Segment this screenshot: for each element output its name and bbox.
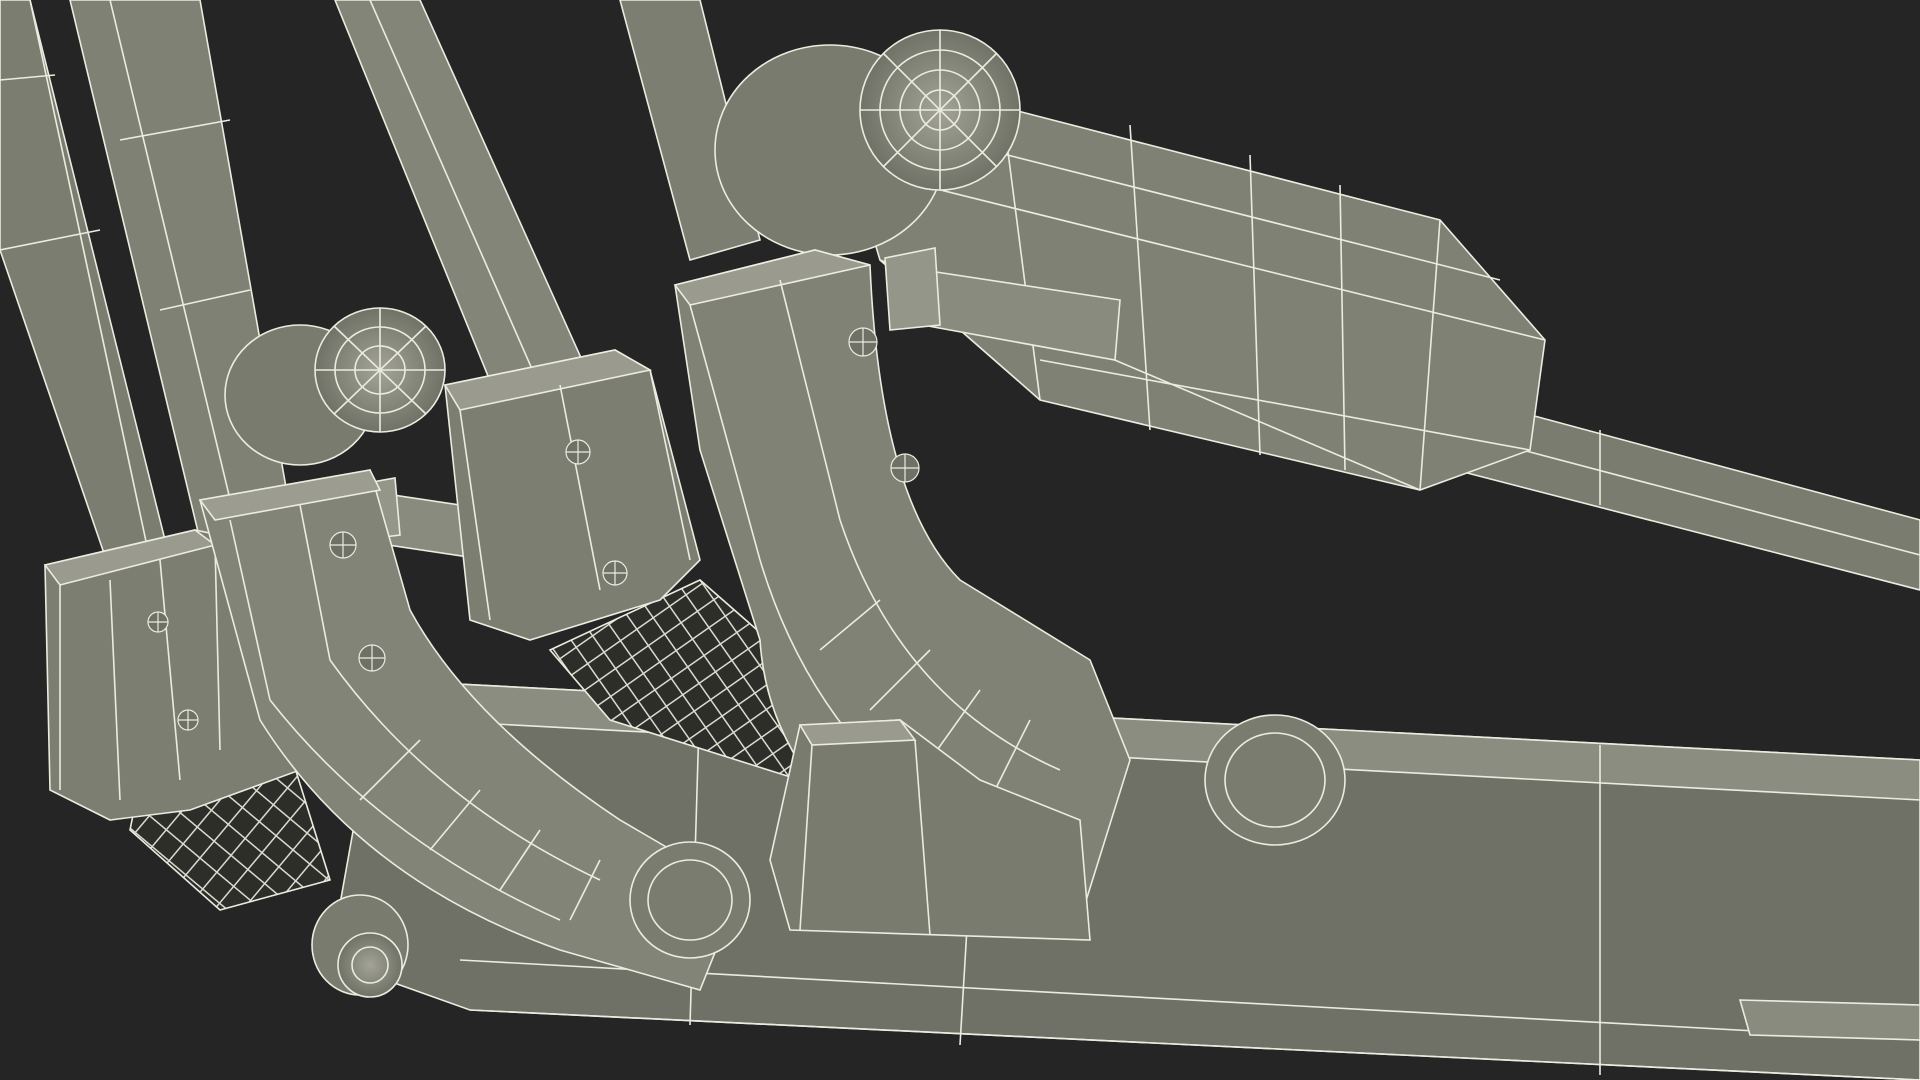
screw-1 [147,611,169,633]
lower-bolt [311,894,409,998]
screw-5 [565,439,591,465]
screw-7 [848,327,878,357]
wireframe-render [0,0,1920,1080]
screw-2 [177,709,199,731]
screw-4 [358,644,386,672]
screw-6 [602,560,628,586]
viewport [0,0,1920,1080]
screw-8 [890,453,920,483]
rail-end-detail [1738,999,1920,1041]
screw-3 [329,531,357,559]
